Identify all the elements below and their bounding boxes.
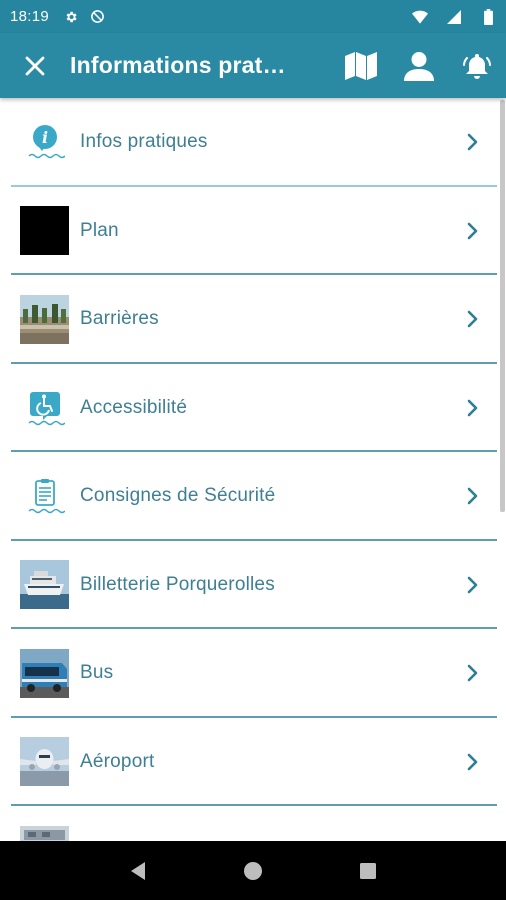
- chevron-right-icon: [467, 310, 478, 328]
- back-triangle-icon: [130, 861, 145, 880]
- list-item-billetterie-porquerolles[interactable]: Billetterie Porquerolles: [0, 541, 500, 630]
- map-button[interactable]: [332, 33, 390, 98]
- chevron-right-icon: [467, 399, 478, 417]
- close-icon: [25, 56, 45, 75]
- wifi-icon: [412, 9, 428, 25]
- user-button[interactable]: [390, 33, 448, 98]
- barriers-photo: [20, 294, 69, 344]
- back-button[interactable]: [118, 851, 158, 891]
- status-time: 18:19: [10, 8, 50, 25]
- scrollbar[interactable]: [500, 100, 505, 512]
- battery-icon: [480, 8, 496, 25]
- bell-icon: [463, 53, 491, 79]
- list-item-plan[interactable]: Plan: [0, 187, 500, 276]
- list-item-consignes-securite[interactable]: Consignes de Sécurité: [0, 452, 500, 541]
- list-item-label: Barrières: [80, 308, 159, 330]
- list-item-label: Billetterie Porquerolles: [80, 573, 275, 595]
- list-item-label: Infos pratiques: [80, 131, 208, 153]
- ferry-photo: [20, 560, 69, 610]
- chevron-right-icon: [467, 753, 478, 771]
- list-item-barrieres[interactable]: Barrières: [0, 275, 500, 364]
- chevron-right-icon: [467, 222, 478, 240]
- home-button[interactable]: [233, 851, 273, 891]
- close-button[interactable]: [0, 33, 70, 98]
- page-title: Informations prati…: [70, 52, 292, 78]
- user-icon: [404, 51, 434, 81]
- system-nav-bar: [0, 841, 506, 900]
- svg-text:i: i: [41, 128, 47, 147]
- list-item-label: Bus: [80, 662, 114, 684]
- list-item-infos-pratiques[interactable]: i Infos pratiques: [0, 98, 500, 187]
- signal-icon: [446, 9, 462, 25]
- app-bar: Informations prati…: [0, 33, 506, 98]
- recents-button[interactable]: [348, 851, 388, 891]
- chevron-right-icon: [467, 576, 478, 594]
- no-disturb-icon: [89, 9, 105, 25]
- train-photo: [20, 825, 69, 841]
- black-thumbnail: [20, 206, 69, 256]
- list-item-label: Aéroport: [80, 750, 155, 772]
- wheelchair-icon: [20, 383, 69, 432]
- list-item-label: Plan: [80, 219, 119, 241]
- gear-icon: [63, 9, 79, 25]
- list-item-label: Accessibilité: [80, 396, 188, 418]
- chevron-right-icon: [467, 133, 478, 151]
- list-item-label: Consignes de Sécurité: [80, 485, 276, 507]
- info-list: i Infos pratiques Plan Barrières Accessi…: [0, 98, 500, 841]
- map-icon: [345, 51, 377, 80]
- notifications-button[interactable]: [448, 33, 506, 98]
- chevron-right-icon: [467, 487, 478, 505]
- info-icon: i: [20, 118, 69, 167]
- list-item-partial[interactable]: [0, 806, 500, 841]
- chevron-right-icon: [467, 664, 478, 682]
- airplane-photo: [20, 737, 69, 787]
- list-item-bus[interactable]: Bus: [0, 629, 500, 718]
- status-bar: 18:19: [0, 0, 506, 33]
- list-item-aeroport[interactable]: Aéroport: [0, 718, 500, 807]
- bus-photo: [20, 648, 69, 698]
- clipboard-icon: [20, 472, 69, 521]
- list-item-accessibilite[interactable]: Accessibilité: [0, 364, 500, 453]
- recents-square-icon: [360, 862, 377, 879]
- home-circle-icon: [243, 861, 262, 880]
